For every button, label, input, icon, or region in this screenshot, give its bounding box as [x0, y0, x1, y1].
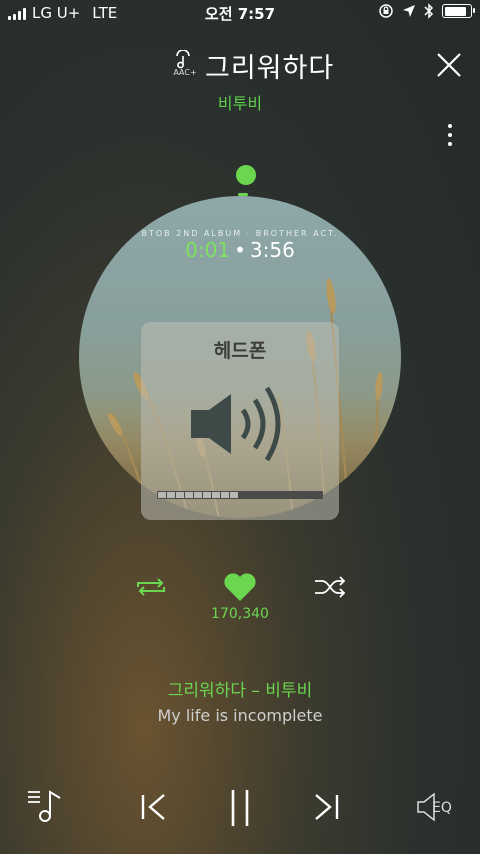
volume-output-label: 헤드폰 — [213, 340, 267, 362]
album-caption: BTOB 2ND ALBUM · BROTHER ACT. — [141, 229, 339, 238]
volume-segment — [167, 492, 175, 498]
time-separator: • — [234, 238, 246, 262]
volume-segment — [203, 492, 211, 498]
pause-icon[interactable] — [228, 788, 252, 828]
battery-icon — [442, 4, 475, 18]
status-bar: LG U+ LTE 오전 7:57 — [0, 0, 480, 26]
bluetooth-icon — [424, 3, 434, 19]
volume-segment — [194, 492, 202, 498]
status-right — [378, 3, 475, 19]
playlist-icon[interactable] — [26, 788, 66, 824]
volume-segment — [185, 492, 193, 498]
shuffle-icon[interactable] — [313, 576, 347, 598]
like-count: 170,340 — [211, 606, 269, 622]
volume-segment — [212, 492, 220, 498]
volume-level-bar — [157, 491, 323, 499]
codec-label: AAC+ — [173, 68, 197, 77]
volume-level-fill — [158, 492, 238, 498]
like-heart-icon[interactable] — [222, 571, 258, 603]
lyrics-title[interactable]: 그리워하다 – 비투비 — [0, 676, 480, 701]
artist-link[interactable]: 비투비 — [0, 90, 480, 114]
volume-segment — [158, 492, 166, 498]
more-options-icon[interactable] — [440, 124, 460, 152]
song-title: 그리워하다 — [205, 53, 335, 84]
close-icon[interactable] — [436, 52, 462, 78]
next-track-icon[interactable] — [312, 792, 340, 822]
time-display: 0:01 • 3:56 — [0, 238, 480, 262]
battery-fill — [444, 6, 466, 16]
progress-handle[interactable] — [236, 165, 256, 185]
lyrics-current-line[interactable]: My life is incomplete — [0, 706, 480, 725]
orientation-lock-icon — [379, 4, 393, 18]
repeat-icon[interactable] — [134, 575, 168, 599]
total-time: 3:56 — [249, 238, 295, 262]
volume-segment — [221, 492, 229, 498]
previous-track-icon[interactable] — [140, 792, 168, 822]
location-icon — [403, 5, 415, 17]
speaker-icon — [191, 386, 281, 462]
current-time: 0:01 — [185, 238, 231, 262]
volume-segment — [230, 492, 238, 498]
eq-label[interactable]: EQ — [432, 800, 452, 816]
volume-segment — [176, 492, 184, 498]
